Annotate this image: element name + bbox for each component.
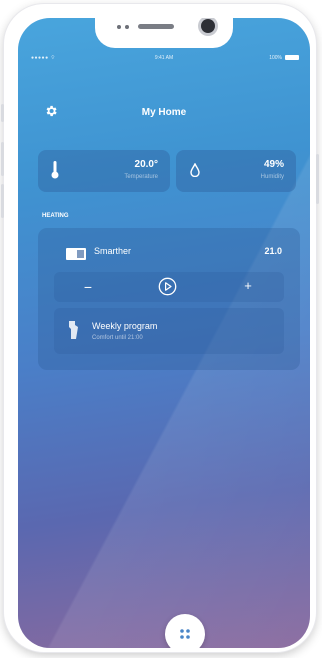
sensor-dot xyxy=(125,25,129,29)
earpiece-speaker xyxy=(138,24,174,29)
notch xyxy=(95,18,233,48)
program-icon xyxy=(66,320,80,340)
thermostat-icon xyxy=(66,247,86,260)
status-time: 9:41 AM xyxy=(154,55,174,61)
device-setpoint: 21.0 xyxy=(264,246,282,256)
volume-down-button xyxy=(1,184,4,218)
temperature-value: 20.0° xyxy=(134,159,158,170)
decrease-button[interactable]: − xyxy=(81,280,95,294)
section-heading: HEATING xyxy=(42,213,69,219)
status-bar: ●●●●● ⌔ 9:41 AM 100% xyxy=(18,55,310,65)
increase-button[interactable]: + xyxy=(241,279,255,293)
app-screen: ●●●●● ⌔ 9:41 AM 100% My Home 20.0° Tempe… xyxy=(18,18,310,648)
play-circle-icon[interactable] xyxy=(158,277,177,296)
temperature-card[interactable]: 20.0° Temperature xyxy=(38,150,170,192)
grid-icon xyxy=(178,627,192,641)
temperature-label: Temperature xyxy=(124,174,158,180)
humidity-card[interactable]: 49% Humidity xyxy=(176,150,296,192)
humidity-label: Humidity xyxy=(260,174,284,180)
drop-icon xyxy=(190,162,200,182)
battery-percent: 100% xyxy=(269,55,282,61)
device-name: Smarther xyxy=(94,246,132,256)
program-title: Weekly program xyxy=(92,321,158,331)
sensor-dot xyxy=(117,25,121,29)
front-camera xyxy=(201,19,215,33)
thermometer-icon xyxy=(51,161,59,184)
program-subtitle: Comfort until 21:00 xyxy=(92,335,143,341)
humidity-value: 49% xyxy=(263,159,284,170)
battery-icon xyxy=(285,55,299,60)
power-button xyxy=(316,154,319,204)
menu-fab-button[interactable] xyxy=(165,614,205,648)
weekly-program-row[interactable]: Weekly program Comfort until 21:00 xyxy=(54,308,284,354)
silent-switch xyxy=(1,104,4,122)
volume-up-button xyxy=(1,142,4,176)
temperature-controls: − + xyxy=(54,272,284,302)
page-title: My Home xyxy=(141,107,187,118)
heating-card[interactable]: Smarther 21.0 − + Weekly program Comfort… xyxy=(38,228,300,370)
phone-frame: ●●●●● ⌔ 9:41 AM 100% My Home 20.0° Tempe… xyxy=(1,4,319,652)
